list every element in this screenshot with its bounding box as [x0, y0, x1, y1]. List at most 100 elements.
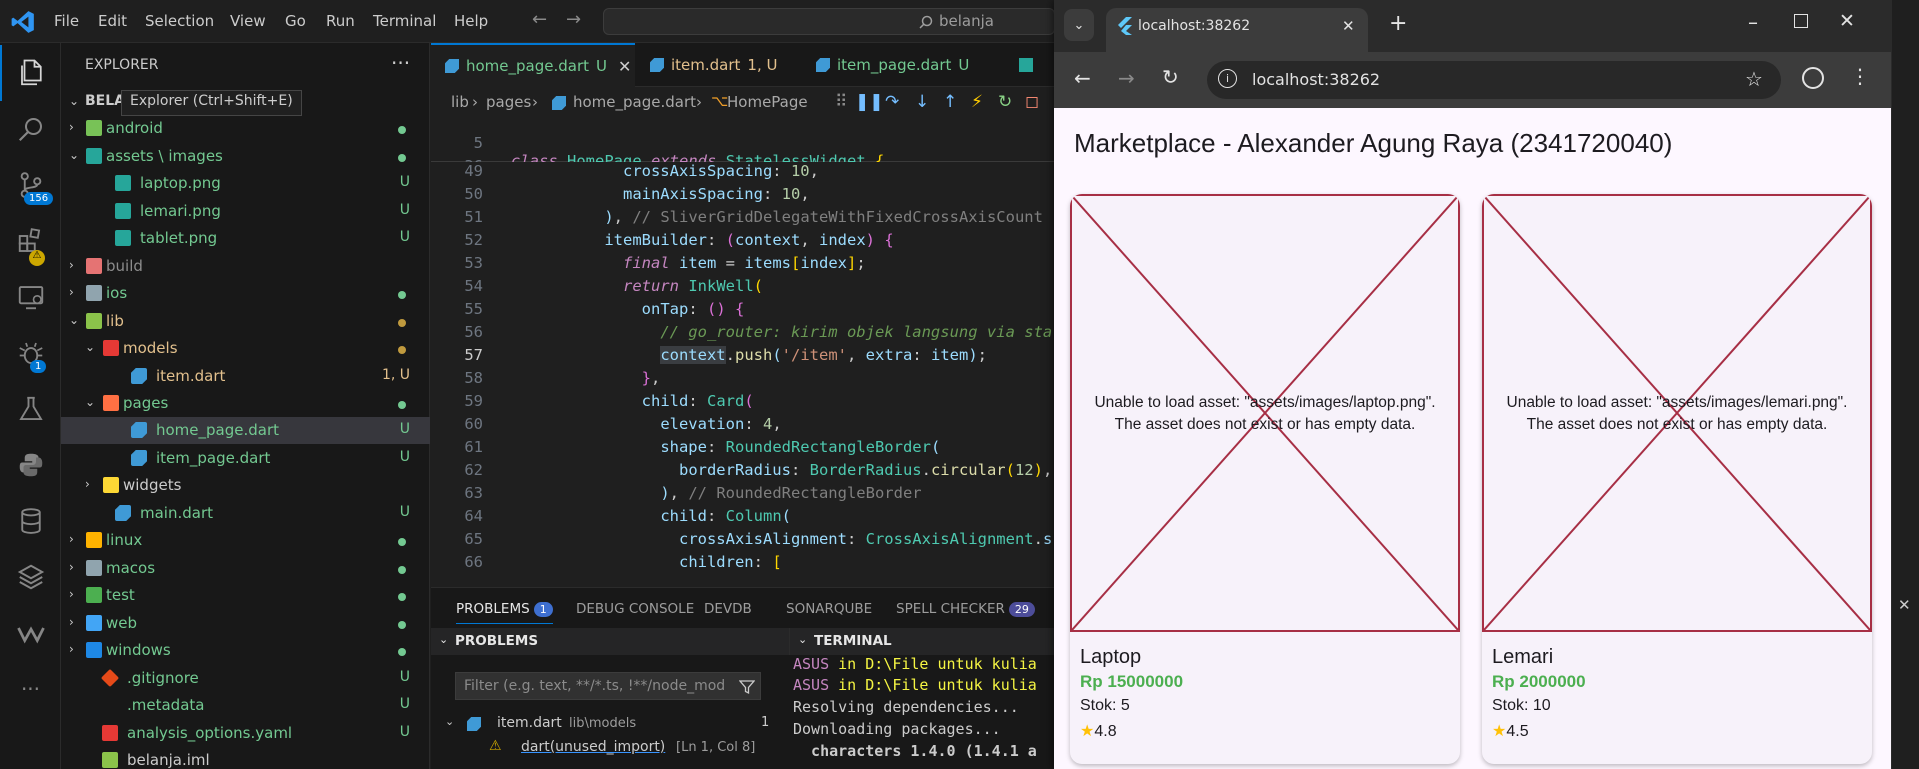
- hot-reload-icon[interactable]: ⚡: [971, 92, 983, 112]
- window-close-icon[interactable]: ✕: [1839, 10, 1855, 32]
- kebab-menu-icon[interactable]: ⋮: [1850, 64, 1870, 88]
- tree-folder-lib[interactable]: ⌄ lib: [61, 308, 430, 335]
- breadcrumb-class[interactable]: HomePage: [727, 93, 808, 111]
- tree-folder-windows[interactable]: › windows: [61, 637, 430, 664]
- extensions-icon[interactable]: ⚠: [0, 213, 61, 269]
- tree-file-item-page-dart[interactable]: item_page.dart U: [61, 445, 430, 472]
- source-control-icon[interactable]: 156: [0, 157, 61, 213]
- more-actions-icon[interactable]: ···: [391, 51, 410, 75]
- stop-icon[interactable]: ◻: [1025, 92, 1039, 112]
- tab-overflow[interactable]: [1005, 43, 1054, 87]
- tree-file-gitignore[interactable]: .gitignore U: [61, 665, 430, 692]
- menu-view[interactable]: View: [230, 12, 266, 30]
- breadcrumb-pages[interactable]: pages: [486, 93, 531, 111]
- tree-folder-web[interactable]: › web: [61, 610, 430, 637]
- drag-handle-icon[interactable]: ⠿: [835, 92, 847, 112]
- tab-debug-console[interactable]: DEBUG CONSOLE: [576, 601, 694, 617]
- tree-folder-ios[interactable]: › ios: [61, 280, 430, 307]
- product-rating: ★4.8: [1080, 723, 1117, 740]
- tree-file-analysis-options[interactable]: analysis_options.yaml U: [61, 720, 430, 747]
- problem-entry[interactable]: ⚠ dart(unused_import) [Ln 1, Col 8]: [431, 736, 789, 760]
- tab-item-dart[interactable]: item.dart 1, U: [636, 43, 801, 87]
- breadcrumb-file[interactable]: home_page.dart: [573, 93, 696, 111]
- tab-search-icon[interactable]: ⌄: [1064, 9, 1094, 41]
- forward-icon[interactable]: →: [1118, 66, 1135, 90]
- tab-devdb[interactable]: DEVDB: [704, 601, 752, 617]
- python-icon[interactable]: [0, 437, 61, 493]
- command-center-search[interactable]: belanja: [603, 8, 1055, 35]
- tree-folder-android[interactable]: › android: [61, 115, 430, 142]
- step-out-icon[interactable]: ↑: [943, 92, 957, 112]
- tree-file-lemari-png[interactable]: lemari.png U: [61, 198, 430, 225]
- code-editor[interactable]: 49 crossAxisSpacing: 10, 50 mainAxisSpac…: [431, 162, 1054, 586]
- run-debug-icon[interactable]: 1: [0, 325, 61, 381]
- sticky-line: 5 class HomePage extends StatelessWidget…: [473, 134, 885, 170]
- wakatime-icon[interactable]: [0, 605, 61, 661]
- layers-icon[interactable]: [0, 549, 61, 605]
- reload-icon[interactable]: ↻: [1162, 65, 1179, 89]
- maximize-icon[interactable]: [1794, 14, 1808, 28]
- close-icon[interactable]: ✕: [618, 57, 631, 76]
- menu-file[interactable]: File: [54, 12, 79, 30]
- tree-label: widgets: [123, 476, 182, 494]
- menu-selection[interactable]: Selection: [145, 12, 214, 30]
- restart-icon[interactable]: ↻: [998, 92, 1012, 112]
- remote-explorer-icon[interactable]: [0, 269, 61, 325]
- browser-tab[interactable]: localhost:38262 ✕: [1106, 8, 1368, 52]
- close-icon[interactable]: ✕: [1342, 17, 1355, 35]
- search-icon[interactable]: [0, 101, 61, 157]
- tab-home-page-dart[interactable]: home_page.dart U ✕: [431, 43, 635, 87]
- explorer-icon[interactable]: [0, 45, 61, 101]
- address-bar[interactable]: i localhost:38262 ☆: [1207, 61, 1781, 99]
- filter-icon[interactable]: [739, 679, 755, 695]
- arrow-left-icon[interactable]: ←: [532, 9, 547, 30]
- tree-file-tablet-png[interactable]: tablet.png U: [61, 225, 430, 252]
- tree-folder-models[interactable]: ⌄ models: [61, 335, 430, 362]
- menu-go[interactable]: Go: [285, 12, 306, 30]
- terminal-section-header[interactable]: ⌄ TERMINAL: [789, 628, 1054, 655]
- database-icon[interactable]: [0, 493, 61, 549]
- tree-file-belanja-iml[interactable]: belanja.iml: [61, 747, 430, 769]
- tab-item-page-dart[interactable]: item_page.dart U: [802, 43, 1004, 87]
- tab-sonarqube[interactable]: SONARQUBE: [786, 601, 872, 617]
- problem-file-row[interactable]: ⌄ item.dart lib\models 1: [431, 712, 789, 736]
- tree-folder-linux[interactable]: › linux: [61, 527, 430, 554]
- pause-icon[interactable]: ❚❚: [855, 92, 884, 112]
- menu-edit[interactable]: Edit: [98, 12, 127, 30]
- menu-run[interactable]: Run: [326, 12, 355, 30]
- tree-folder-build[interactable]: › build: [61, 253, 430, 280]
- product-name: Lemari: [1492, 646, 1554, 668]
- step-over-icon[interactable]: ↷: [885, 92, 899, 112]
- site-info-icon[interactable]: i: [1218, 69, 1237, 88]
- tree-file-item-dart[interactable]: item.dart 1, U: [61, 363, 430, 390]
- tree-folder-test[interactable]: › test: [61, 582, 430, 609]
- problems-filter-input[interactable]: Filter (e.g. text, **/*.ts, !**/node_mod…: [455, 672, 761, 700]
- problems-section-header[interactable]: ⌄ PROBLEMS: [431, 628, 789, 655]
- bookmark-star-icon[interactable]: ☆: [1745, 67, 1763, 91]
- tree-file-home-page-dart[interactable]: home_page.dart U: [61, 417, 430, 444]
- back-icon[interactable]: ←: [1074, 66, 1091, 90]
- tree-file-main-dart[interactable]: main.dart U: [61, 500, 430, 527]
- tab-problems[interactable]: PROBLEMS 1: [456, 601, 553, 624]
- new-tab-icon[interactable]: +: [1389, 11, 1407, 36]
- product-card-laptop[interactable]: Unable to load asset: "assets/images/lap…: [1070, 194, 1460, 764]
- tree-folder-assets-images[interactable]: ⌄ assets \ images: [61, 143, 430, 170]
- step-into-icon[interactable]: ↓: [915, 92, 929, 112]
- menu-help[interactable]: Help: [454, 12, 488, 30]
- tree-file-metadata[interactable]: .metadata U: [61, 692, 430, 719]
- arrow-right-icon[interactable]: →: [566, 9, 581, 30]
- product-card-lemari[interactable]: Unable to load asset: "assets/images/lem…: [1482, 194, 1872, 764]
- tree-file-laptop-png[interactable]: laptop.png U: [61, 170, 430, 197]
- testing-flask-icon[interactable]: [0, 381, 61, 437]
- tree-folder-widgets[interactable]: › widgets: [61, 472, 430, 499]
- terminal-output[interactable]: ASUS in D:\File untuk kulia ASUS in D:\F…: [793, 655, 1054, 769]
- breadcrumb-lib[interactable]: lib: [451, 93, 469, 111]
- tab-spell-checker[interactable]: SPELL CHECKER 29: [896, 601, 1035, 617]
- tree-folder-pages[interactable]: ⌄ pages: [61, 390, 430, 417]
- more-icon[interactable]: ···: [0, 661, 61, 717]
- minimize-icon[interactable]: –: [1748, 10, 1758, 34]
- menu-terminal[interactable]: Terminal: [373, 12, 436, 30]
- tree-folder-macos[interactable]: › macos: [61, 555, 430, 582]
- close-panel-icon[interactable]: ✕: [1898, 596, 1911, 614]
- profile-icon[interactable]: [1802, 67, 1824, 89]
